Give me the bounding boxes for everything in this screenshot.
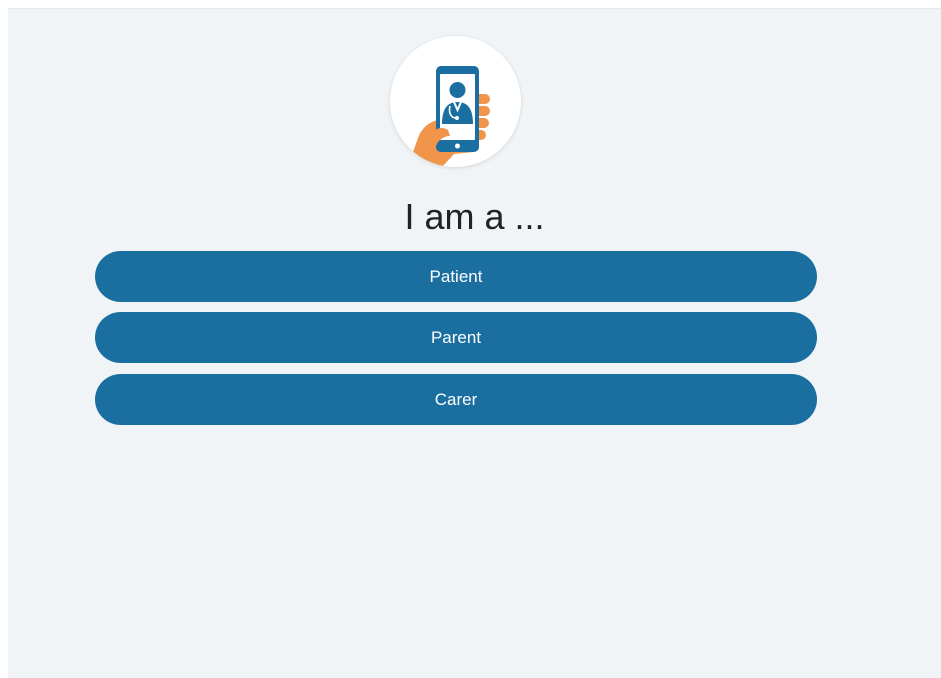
phone-doctor-hand-icon xyxy=(408,66,490,167)
app-logo xyxy=(390,36,521,167)
carer-button[interactable]: Carer xyxy=(95,374,817,425)
page-title: I am a ... xyxy=(404,196,545,237)
patient-button[interactable]: Patient xyxy=(95,251,817,302)
role-selection-panel: I am a ... Patient Parent Carer xyxy=(8,8,941,678)
parent-button[interactable]: Parent xyxy=(95,312,817,363)
